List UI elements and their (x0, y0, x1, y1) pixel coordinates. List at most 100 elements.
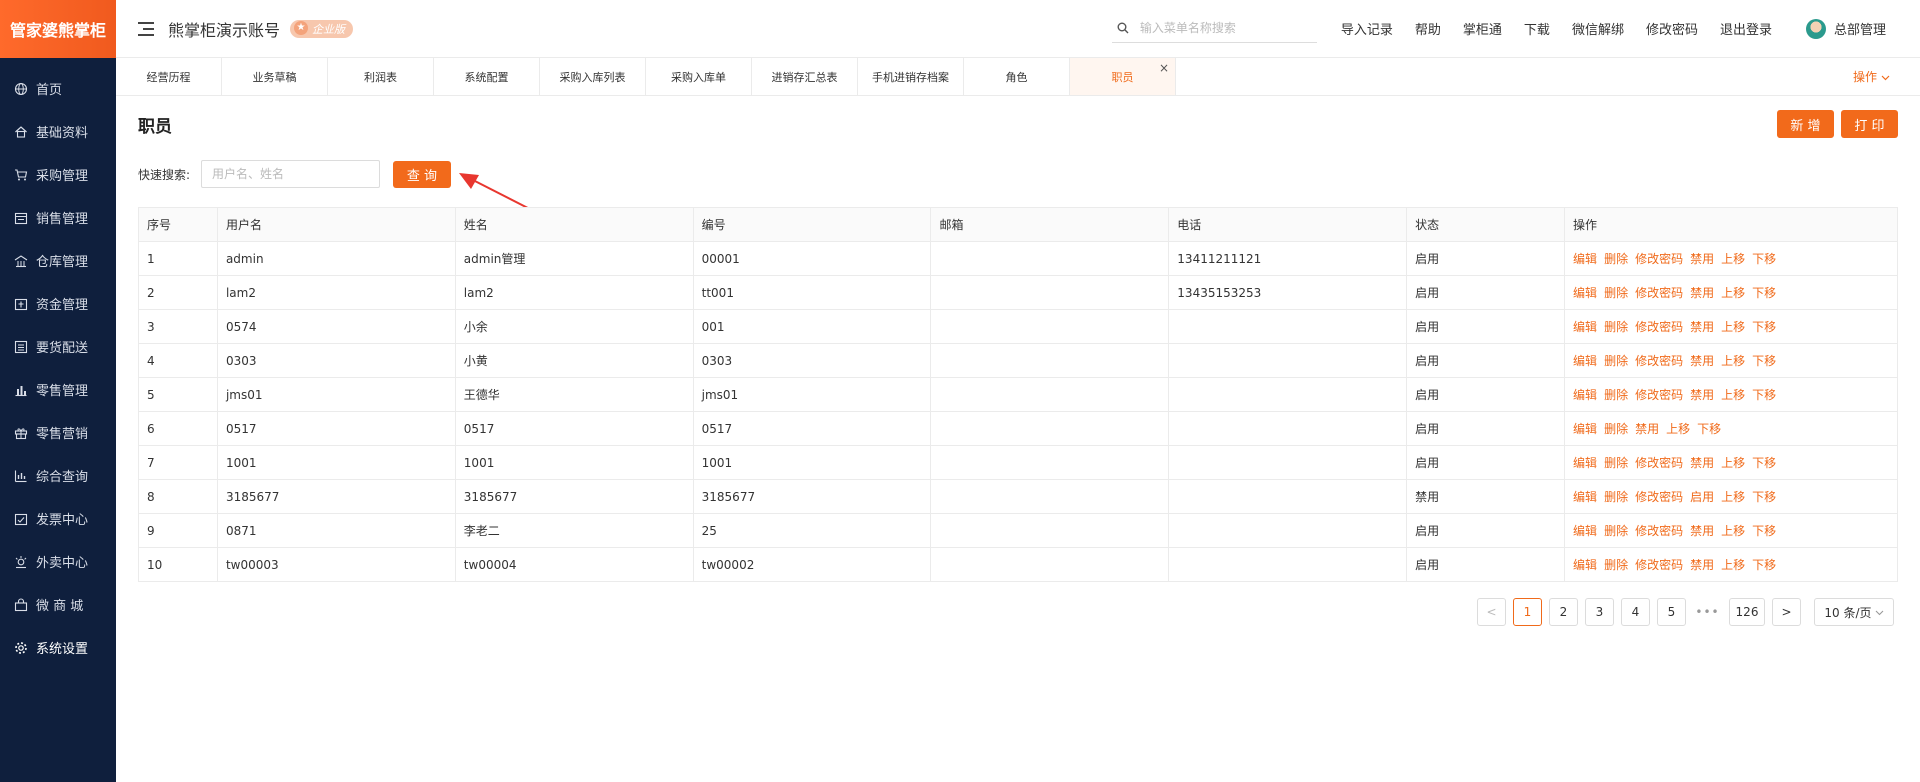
header-link[interactable]: 退出登录 (1720, 19, 1772, 38)
next-page-button[interactable]: > (1772, 598, 1801, 626)
page-tab[interactable]: 角色 (964, 58, 1070, 95)
row-action-link[interactable]: 启用 (1690, 490, 1714, 504)
sidebar-item[interactable]: 发票中心 (0, 497, 116, 540)
row-action-link[interactable]: 上移 (1721, 490, 1745, 504)
row-action-link[interactable]: 禁用 (1635, 422, 1659, 436)
row-action-link[interactable]: 下移 (1752, 286, 1776, 300)
row-action-link[interactable]: 上移 (1721, 558, 1745, 572)
row-action-link[interactable]: 下移 (1752, 490, 1776, 504)
page-tab[interactable]: 职员 × (1070, 58, 1176, 95)
row-action-link[interactable]: 编辑 (1573, 354, 1597, 368)
row-action-link[interactable]: 禁用 (1690, 456, 1714, 470)
sidebar-item[interactable]: 仓库管理 (0, 239, 116, 282)
row-action-link[interactable]: 上移 (1721, 252, 1745, 266)
row-action-link[interactable]: 删除 (1604, 558, 1628, 572)
sidebar-item[interactable]: 系统设置 (0, 626, 116, 669)
row-action-link[interactable]: 删除 (1604, 422, 1628, 436)
row-action-link[interactable]: 修改密码 (1635, 320, 1683, 334)
page-tab[interactable]: 经营历程 (116, 58, 222, 95)
print-button[interactable]: 打 印 (1841, 110, 1898, 138)
header-link[interactable]: 帮助 (1415, 19, 1441, 38)
sidebar-item[interactable]: 微 商 城 (0, 583, 116, 626)
menu-toggle-icon[interactable] (138, 21, 154, 36)
row-action-link[interactable]: 编辑 (1573, 456, 1597, 470)
row-action-link[interactable]: 删除 (1604, 286, 1628, 300)
header-link[interactable]: 掌柜通 (1463, 19, 1502, 38)
row-action-link[interactable]: 禁用 (1690, 558, 1714, 572)
page-size-select[interactable]: 10 条/页 (1814, 598, 1894, 626)
row-action-link[interactable]: 上移 (1721, 354, 1745, 368)
row-action-link[interactable]: 禁用 (1690, 320, 1714, 334)
row-action-link[interactable]: 上移 (1721, 456, 1745, 470)
sidebar-item[interactable]: 资金管理 (0, 282, 116, 325)
page-number[interactable]: 4 (1621, 598, 1650, 626)
row-action-link[interactable]: 编辑 (1573, 286, 1597, 300)
row-action-link[interactable]: 上移 (1666, 422, 1690, 436)
header-link[interactable]: 导入记录 (1341, 19, 1393, 38)
row-action-link[interactable]: 删除 (1604, 388, 1628, 402)
sidebar-item[interactable]: 外卖中心 (0, 540, 116, 583)
header-link[interactable]: 修改密码 (1646, 19, 1698, 38)
row-action-link[interactable]: 下移 (1752, 354, 1776, 368)
close-icon[interactable]: × (1159, 61, 1169, 75)
page-number[interactable]: 2 (1549, 598, 1578, 626)
row-action-link[interactable]: 上移 (1721, 388, 1745, 402)
sidebar-item[interactable]: 零售管理 (0, 368, 116, 411)
page-tab[interactable]: 采购入库列表 (540, 58, 646, 95)
row-action-link[interactable]: 删除 (1604, 456, 1628, 470)
menu-search-input[interactable] (1139, 21, 1317, 35)
row-action-link[interactable]: 下移 (1752, 456, 1776, 470)
add-staff-button[interactable]: 新 增 (1777, 110, 1834, 138)
page-tab[interactable]: 系统配置 (434, 58, 540, 95)
page-tab[interactable]: 进销存汇总表 (752, 58, 858, 95)
page-tab[interactable]: 手机进销存档案 (858, 58, 964, 95)
user-menu[interactable]: 总部管理 (1805, 18, 1886, 39)
row-action-link[interactable]: 删除 (1604, 252, 1628, 266)
row-action-link[interactable]: 编辑 (1573, 490, 1597, 504)
row-action-link[interactable]: 修改密码 (1635, 490, 1683, 504)
page-tab[interactable]: 采购入库单 (646, 58, 752, 95)
row-action-link[interactable]: 上移 (1721, 286, 1745, 300)
row-action-link[interactable]: 修改密码 (1635, 252, 1683, 266)
sidebar-item[interactable]: 基础资料 (0, 110, 116, 153)
sidebar-item[interactable]: 零售营销 (0, 411, 116, 454)
row-action-link[interactable]: 下移 (1752, 320, 1776, 334)
brand-logo[interactable]: 管家婆熊掌柜 (0, 0, 116, 58)
row-action-link[interactable]: 下移 (1697, 422, 1721, 436)
query-button[interactable]: 查 询 (393, 161, 451, 188)
row-action-link[interactable]: 上移 (1721, 524, 1745, 538)
row-action-link[interactable]: 下移 (1752, 388, 1776, 402)
sidebar-item[interactable]: 销售管理 (0, 196, 116, 239)
page-tab[interactable]: 业务草稿 (222, 58, 328, 95)
tab-operations-dropdown[interactable]: 操作 (1853, 58, 1890, 95)
row-action-link[interactable]: 删除 (1604, 490, 1628, 504)
row-action-link[interactable]: 修改密码 (1635, 456, 1683, 470)
row-action-link[interactable]: 下移 (1752, 558, 1776, 572)
row-action-link[interactable]: 删除 (1604, 524, 1628, 538)
row-action-link[interactable]: 编辑 (1573, 252, 1597, 266)
row-action-link[interactable]: 下移 (1752, 252, 1776, 266)
sidebar-item[interactable]: 要货配送 (0, 325, 116, 368)
page-number[interactable]: 5 (1657, 598, 1686, 626)
row-action-link[interactable]: 删除 (1604, 354, 1628, 368)
page-number[interactable]: 3 (1585, 598, 1614, 626)
row-action-link[interactable]: 编辑 (1573, 524, 1597, 538)
row-action-link[interactable]: 禁用 (1690, 354, 1714, 368)
header-link[interactable]: 下载 (1524, 19, 1550, 38)
row-action-link[interactable]: 禁用 (1690, 388, 1714, 402)
row-action-link[interactable]: 编辑 (1573, 320, 1597, 334)
sidebar-item[interactable]: 首页 (0, 67, 116, 110)
row-action-link[interactable]: 禁用 (1690, 286, 1714, 300)
sidebar-item[interactable]: 综合查询 (0, 454, 116, 497)
page-number[interactable]: 1 (1513, 598, 1542, 626)
prev-page-button[interactable]: < (1477, 598, 1506, 626)
quick-search-input[interactable] (201, 160, 380, 188)
row-action-link[interactable]: 删除 (1604, 320, 1628, 334)
row-action-link[interactable]: 修改密码 (1635, 558, 1683, 572)
page-tab[interactable]: 利润表 (328, 58, 434, 95)
row-action-link[interactable]: 禁用 (1690, 252, 1714, 266)
row-action-link[interactable]: 修改密码 (1635, 524, 1683, 538)
page-number-last[interactable]: 126 (1729, 598, 1765, 626)
header-link[interactable]: 微信解绑 (1572, 19, 1624, 38)
row-action-link[interactable]: 编辑 (1573, 422, 1597, 436)
